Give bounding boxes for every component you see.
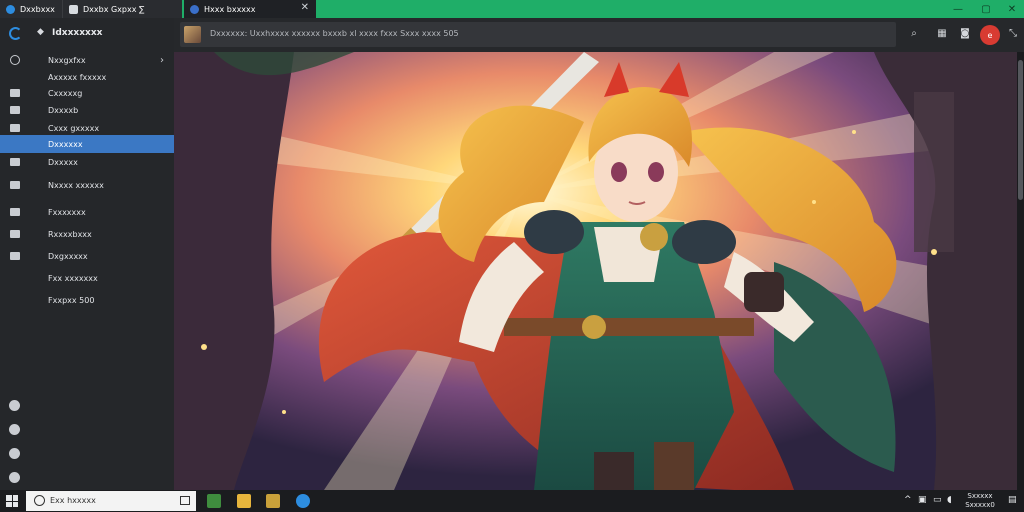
scrollbar-thumb[interactable] — [1018, 60, 1023, 200]
volume-icon[interactable]: ◖ — [947, 495, 952, 505]
task-view-icon[interactable] — [180, 496, 190, 505]
database-icon — [10, 252, 20, 260]
tab-3-label: Hxxx bxxxxx — [204, 4, 256, 14]
account-icon[interactable] — [9, 448, 20, 459]
clock-time: Sxxxxx — [967, 492, 993, 500]
record-button[interactable]: e — [980, 25, 1000, 45]
sidebar-item-label: Dxxxxxx — [48, 139, 83, 149]
sidebar-item-6[interactable]: Dxxxxx — [0, 153, 174, 171]
sidebar-item-label: Dxxxxx — [48, 157, 78, 167]
archive-icon — [10, 124, 20, 132]
grid-icon[interactable]: ▦ — [935, 26, 949, 40]
settings-icon[interactable] — [9, 400, 20, 411]
tab-1-label: Dxxbxxx — [20, 4, 55, 14]
toolbar: Dxxxxxx: Uxxhxxxx xxxxxx bxxxb xl xxxx f… — [174, 18, 1024, 52]
feedback-icon[interactable] — [9, 472, 20, 483]
address-bar-url: Dxxxxxx: Uxxhxxxx xxxxxx bxxxb xl xxxx f… — [210, 29, 459, 38]
sidebar-item-8[interactable]: Fxxxxxxx — [0, 203, 174, 221]
edge-taskbar-icon[interactable] — [296, 494, 310, 508]
sidebar-item-label: Fxx xxxxxxx — [48, 273, 98, 283]
sidebar-item-5-active[interactable]: Dxxxxxx — [0, 135, 174, 153]
sidebar-item-11[interactable]: Fxx xxxxxxx — [0, 269, 174, 287]
taskbar-search-placeholder: Exx hxxxxx — [50, 496, 96, 505]
sidebar-header: ◆ Idxxxxxxx — [0, 24, 174, 44]
minimize-button[interactable]: — — [944, 0, 972, 18]
page-icon — [69, 4, 78, 14]
title-bar: Dxxbxxx Dxxbx Gxpxx ∑ Hxxx bxxxxx ✕ — ▢ … — [0, 0, 1024, 18]
sidebar-item-0[interactable]: Nxxgxfxx › — [0, 51, 174, 69]
close-window-button[interactable]: ✕ — [998, 0, 1024, 18]
sidebar-item-label: Dxgxxxxx — [48, 251, 88, 261]
edge-icon[interactable] — [9, 27, 22, 40]
sidebar-item-label: Fxxxxxxx — [48, 207, 86, 217]
taskbar-search[interactable]: Exx hxxxxx — [26, 491, 196, 511]
windows-start-icon[interactable] — [6, 495, 18, 507]
search-icon[interactable]: ⌕ — [907, 26, 921, 40]
tab-1[interactable]: Dxxbxxx — [0, 0, 62, 18]
taskbar-clock[interactable]: Sxxxxx Sxxxxx0 — [961, 492, 999, 510]
sidebar-item-label: Nxxgxfxx — [48, 55, 86, 65]
folder-app-icon[interactable] — [266, 494, 280, 508]
clock-icon — [10, 55, 20, 65]
sidebar-item-label: Nxxxx xxxxxx — [48, 180, 104, 190]
sidebar-item-label: Rxxxxbxxx — [48, 229, 92, 239]
sidebar-item-label: Cxxxxxg — [48, 88, 83, 98]
tab-3-active[interactable]: Hxxx bxxxxx ✕ — [184, 0, 316, 18]
file-icon — [10, 208, 20, 216]
artwork-viewport — [174, 52, 1017, 490]
collapse-icon[interactable]: ⤡ — [1006, 26, 1020, 40]
sidebar-item-7[interactable]: Nxxxx xxxxxx — [0, 176, 174, 194]
sidebar-item-3[interactable]: Dxxxxb — [0, 101, 174, 119]
image-icon — [10, 181, 20, 189]
stack-icon — [10, 89, 20, 97]
anime-swordswoman-illustration — [174, 52, 1017, 490]
browser-window: Dxxbxxx Dxxbx Gxpxx ∑ Hxxx bxxxxx ✕ — ▢ … — [0, 0, 1024, 512]
sidebar-item-12[interactable]: Fxxpxx 500 — [0, 291, 174, 309]
search-icon — [34, 495, 45, 506]
site-favicon-icon — [184, 26, 201, 43]
help-icon[interactable] — [9, 424, 20, 435]
pin-icon[interactable]: ◆ — [37, 27, 44, 37]
browser-icon — [6, 4, 15, 14]
camera-icon[interactable]: ◙ — [958, 26, 972, 40]
sidebar-item-9[interactable]: Rxxxxbxxx — [0, 225, 174, 243]
globe-icon — [190, 4, 199, 14]
clock-date: Sxxxxx0 — [965, 501, 995, 509]
tab-2[interactable]: Dxxbx Gxpxx ∑ — [62, 0, 182, 18]
network-icon[interactable]: ▣ — [918, 495, 927, 505]
chevron-up-icon[interactable]: ^ — [904, 495, 912, 505]
list-icon — [10, 230, 20, 238]
folder-icon — [10, 106, 20, 114]
sidebar-item-label: Fxxpxx 500 — [48, 295, 95, 305]
close-tab-icon[interactable]: ✕ — [301, 2, 309, 13]
calculator-app-icon[interactable] — [207, 494, 221, 508]
tab-2-label: Dxxbx Gxpxx ∑ — [83, 4, 145, 14]
display-icon[interactable]: ▭ — [933, 495, 942, 505]
sidebar-item-10[interactable]: Dxgxxxxx — [0, 247, 174, 265]
notifications-icon[interactable]: ▤ — [1008, 495, 1017, 505]
sidebar-item-2[interactable]: Cxxxxxg — [0, 84, 174, 102]
sidebar-title: Idxxxxxxx — [52, 28, 103, 38]
chevron-right-icon: › — [160, 54, 164, 66]
file-explorer-icon[interactable] — [237, 494, 251, 508]
sidebar-item-label: Axxxxx fxxxxx — [48, 72, 107, 82]
sidebar: ◆ Idxxxxxxx Nxxgxfxx › Axxxxx fxxxxx Cxx… — [0, 18, 174, 490]
document-icon — [10, 158, 20, 166]
sidebar-item-label: Cxxx gxxxxx — [48, 123, 100, 133]
address-bar[interactable]: Dxxxxxx: Uxxhxxxx xxxxxx bxxxb xl xxxx f… — [180, 22, 896, 47]
taskbar: Exx hxxxxx ^ ▣ ▭ ◖ Sxxxxx Sxxxxx0 ▤ — [0, 490, 1024, 512]
maximize-button[interactable]: ▢ — [972, 0, 1000, 18]
sidebar-item-label: Dxxxxb — [48, 105, 79, 115]
